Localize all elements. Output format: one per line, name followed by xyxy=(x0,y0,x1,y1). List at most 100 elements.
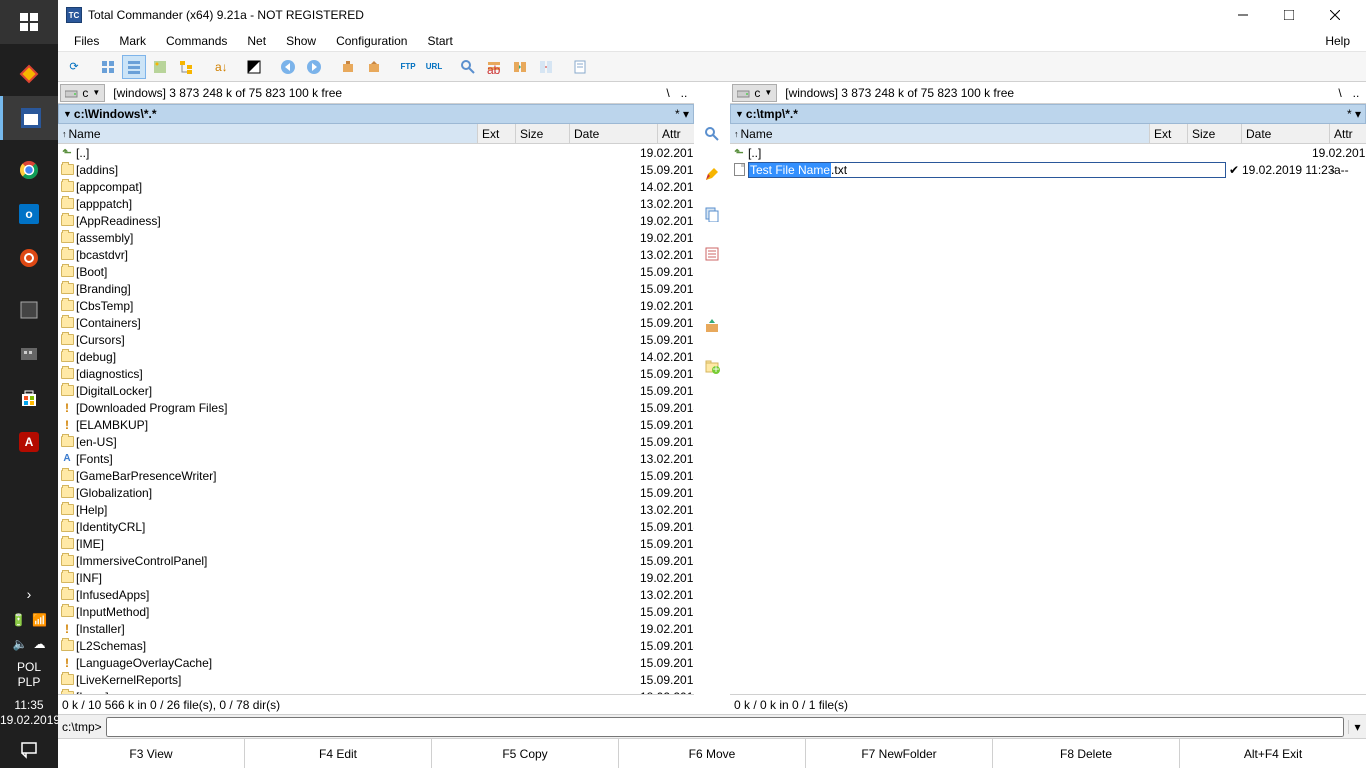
col-size[interactable]: Size xyxy=(516,124,570,143)
file-row[interactable]: ![LanguageOverlayCache]15.09.2018 09:33-… xyxy=(58,654,694,671)
sep-edit-icon[interactable] xyxy=(700,162,724,186)
file-row[interactable]: ⬑[..]19.02.2019 11:23---- xyxy=(730,144,1366,161)
menu-start[interactable]: Start xyxy=(417,32,462,50)
file-row[interactable]: ⬑[..]19.02.2019 10:40---- xyxy=(58,144,694,161)
taskbar-chrome[interactable] xyxy=(0,148,58,192)
col-ext[interactable]: Ext xyxy=(1150,124,1188,143)
taskbar-tray-icons-2[interactable]: 🔈 ☁ xyxy=(0,632,58,656)
left-drive-button[interactable]: c▼ xyxy=(60,84,105,102)
file-row[interactable]: [InfusedApps]13.02.2019 14:56---- xyxy=(58,586,694,603)
file-row[interactable]: ![Downloaded Program Files]15.09.2018 09… xyxy=(58,399,694,416)
tb-search-icon[interactable] xyxy=(456,55,480,79)
col-date[interactable]: Date xyxy=(570,124,658,143)
file-row[interactable]: ![Installer]19.02.2019 11:14--hs xyxy=(58,620,694,637)
col-date[interactable]: Date xyxy=(1242,124,1330,143)
left-up-button[interactable]: .. xyxy=(676,86,692,100)
col-size[interactable]: Size xyxy=(1188,124,1242,143)
tb-forward-icon[interactable] xyxy=(302,55,326,79)
taskbar-notifications-icon[interactable] xyxy=(0,732,58,768)
taskbar-lang[interactable]: POLPLP xyxy=(0,656,58,694)
file-row[interactable]: [diagnostics]15.09.2018 09:33---- xyxy=(58,365,694,382)
tb-pack-icon[interactable] xyxy=(336,55,360,79)
cmd-history-dropdown[interactable]: ▾ xyxy=(1348,720,1366,734)
minimize-button[interactable] xyxy=(1220,0,1266,30)
left-filelist[interactable]: ⬑[..]19.02.2019 10:40----[addins]15.09.2… xyxy=(58,144,694,694)
taskbar-clock[interactable]: 11:3519.02.2019 xyxy=(0,694,58,732)
col-name[interactable]: ↑Name xyxy=(730,124,1150,143)
col-name[interactable]: ↑Name xyxy=(58,124,478,143)
menu-show[interactable]: Show xyxy=(276,32,326,50)
taskbar-tray-icons[interactable]: 🔋 📶 xyxy=(0,608,58,632)
file-row[interactable]: [IME]15.09.2018 18:43---- xyxy=(58,535,694,552)
file-row[interactable]: [InputMethod]15.09.2018 09:33---- xyxy=(58,603,694,620)
file-row[interactable]: [DigitalLocker]15.09.2018 18:43---- xyxy=(58,382,694,399)
fn-move[interactable]: F6 Move xyxy=(619,739,806,768)
menu-net[interactable]: Net xyxy=(237,32,276,50)
cmd-input[interactable] xyxy=(106,717,1344,737)
tb-refresh-icon[interactable]: ⟳ xyxy=(62,55,86,79)
taskbar-ubuntu[interactable] xyxy=(0,236,58,280)
tb-unpack-icon[interactable] xyxy=(362,55,386,79)
file-row[interactable]: [appcompat]14.02.2019 09:38---- xyxy=(58,178,694,195)
file-row[interactable]: [AppReadiness]19.02.2019 10:54---- xyxy=(58,212,694,229)
fn-delete[interactable]: F8 Delete xyxy=(993,739,1180,768)
tb-view-full-icon[interactable] xyxy=(122,55,146,79)
menu-files[interactable]: Files xyxy=(64,32,109,50)
tb-invert-icon[interactable] xyxy=(242,55,266,79)
tb-compare-icon[interactable] xyxy=(534,55,558,79)
right-up-button[interactable]: .. xyxy=(1348,86,1364,100)
left-pathbar[interactable]: ▼ c:\Windows\*.* * ▾ xyxy=(58,104,694,124)
file-row[interactable]: [LiveKernelReports]15.09.2018 09:33---- xyxy=(58,671,694,688)
fn-view[interactable]: F3 View xyxy=(58,739,245,768)
file-row[interactable]: [Containers]15.09.2018 09:33---- xyxy=(58,314,694,331)
tb-view-brief-icon[interactable] xyxy=(96,55,120,79)
col-ext[interactable]: Ext xyxy=(478,124,516,143)
sep-pack-icon[interactable] xyxy=(700,314,724,338)
tb-notepad-icon[interactable] xyxy=(568,55,592,79)
right-pathbar[interactable]: ▼ c:\tmp\*.* * ▾ xyxy=(730,104,1366,124)
tb-view-tree-icon[interactable] xyxy=(174,55,198,79)
taskbar-app-7[interactable] xyxy=(0,332,58,376)
menu-configuration[interactable]: Configuration xyxy=(326,32,417,50)
menu-commands[interactable]: Commands xyxy=(156,32,237,50)
taskbar-expand-icon[interactable]: › xyxy=(0,580,58,608)
menu-help[interactable]: Help xyxy=(1315,32,1360,50)
start-button[interactable] xyxy=(0,0,58,44)
sep-search-icon[interactable] xyxy=(700,122,724,146)
taskbar-acrobat[interactable]: A xyxy=(0,420,58,464)
tb-url-icon[interactable]: URL xyxy=(422,55,446,79)
sep-copy-icon[interactable] xyxy=(700,202,724,226)
file-row[interactable]: [apppatch]13.02.2019 14:45---- xyxy=(58,195,694,212)
taskbar-msstore[interactable] xyxy=(0,376,58,420)
file-row[interactable]: [CbsTemp]19.02.2019 10:55---- xyxy=(58,297,694,314)
left-root-button[interactable]: \ xyxy=(660,86,676,100)
rename-confirm-icon[interactable]: ✔ xyxy=(1226,163,1242,177)
file-row[interactable]: [assembly]19.02.2019 11:14r--- xyxy=(58,229,694,246)
taskbar-app-6[interactable] xyxy=(0,288,58,332)
file-row[interactable]: [IdentityCRL]15.09.2018 09:33---- xyxy=(58,518,694,535)
fn-copy[interactable]: F5 Copy xyxy=(432,739,619,768)
fn-newfolder[interactable]: F7 NewFolder xyxy=(806,739,993,768)
file-row[interactable]: [Help]13.02.2019 14:48---- xyxy=(58,501,694,518)
col-attr[interactable]: Attr xyxy=(658,124,694,143)
file-row[interactable]: [addins]15.09.2018 09:33---- xyxy=(58,161,694,178)
file-row[interactable]: [L2Schemas]15.09.2018 09:33---- xyxy=(58,637,694,654)
right-drive-button[interactable]: c▼ xyxy=(732,84,777,102)
menu-mark[interactable]: Mark xyxy=(109,32,156,50)
file-row[interactable]: [ImmersiveControlPanel]15.09.2018 18:43r… xyxy=(58,552,694,569)
close-button[interactable] xyxy=(1312,0,1358,30)
tb-ftp-icon[interactable]: FTP xyxy=(396,55,420,79)
rename-input[interactable]: Test File Name.txt xyxy=(748,162,1226,178)
file-row[interactable]: [GameBarPresenceWriter]15.09.2018 09:33-… xyxy=(58,467,694,484)
tb-sync-icon[interactable] xyxy=(508,55,532,79)
file-row[interactable]: A[Fonts]13.02.2019 14:59r--s xyxy=(58,450,694,467)
taskbar-outlook[interactable]: o xyxy=(0,192,58,236)
col-attr[interactable]: Attr xyxy=(1330,124,1366,143)
right-favorites-icon[interactable]: * ▾ xyxy=(1347,107,1361,121)
fn-edit[interactable]: F4 Edit xyxy=(245,739,432,768)
tb-multirename-icon[interactable]: ab xyxy=(482,55,506,79)
file-row[interactable]: ![ELAMBKUP]15.09.2018 09:33--h- xyxy=(58,416,694,433)
file-row[interactable]: [Branding]15.09.2018 09:33---- xyxy=(58,280,694,297)
file-row[interactable]: [Boot]15.09.2018 09:33---- xyxy=(58,263,694,280)
sep-newfolder-icon[interactable]: + xyxy=(700,354,724,378)
